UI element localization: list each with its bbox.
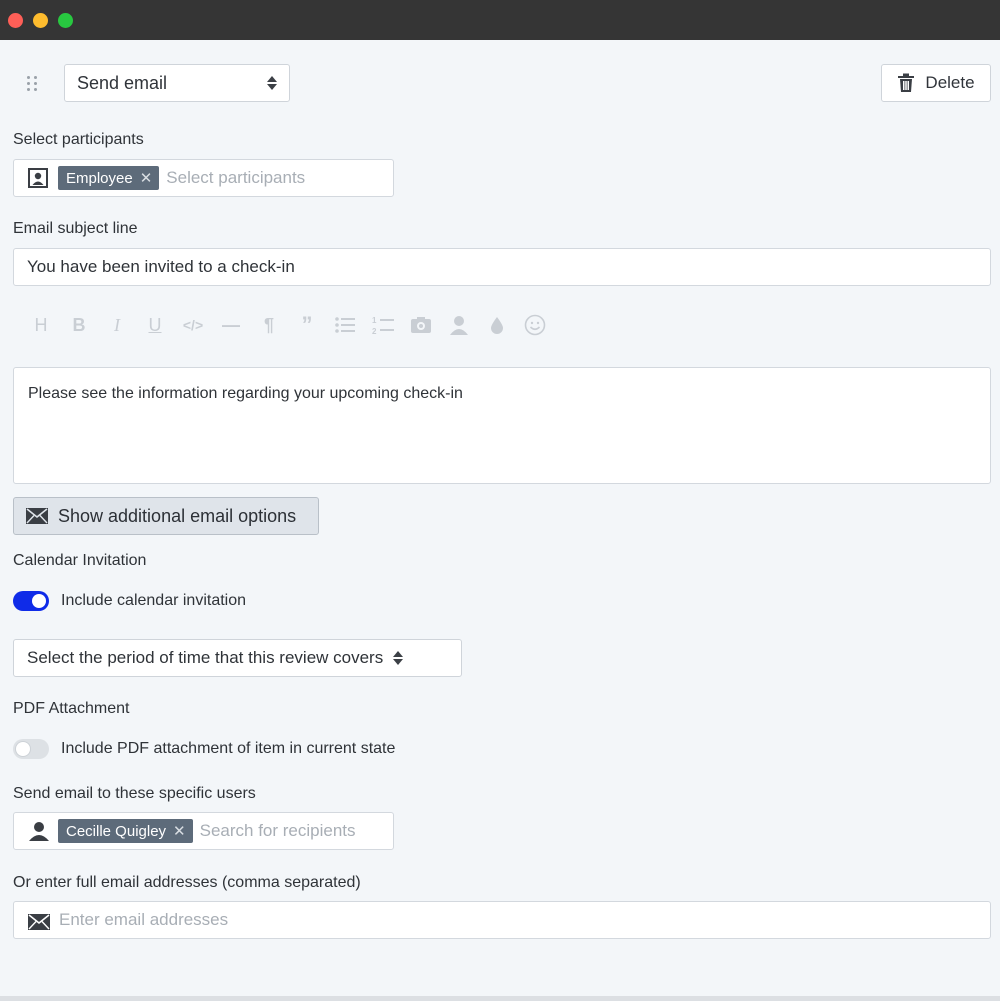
email-addresses-label: Or enter full email addresses (comma sep… [13,874,361,891]
code-icon[interactable]: </> [174,312,212,338]
envelope-icon [26,508,48,524]
horizontal-rule-icon[interactable]: — [212,312,250,338]
numbered-list-icon[interactable]: 12 [364,312,402,338]
recipient-chip: Cecille Quigley ✕ [58,819,193,843]
participant-chip: Employee ✕ [58,166,160,190]
italic-icon[interactable]: I [98,312,136,338]
bullet-list-icon[interactable] [326,312,364,338]
calendar-toggle-label: Include calendar invitation [61,592,247,609]
emoji-icon[interactable] [516,312,554,338]
show-email-options-button[interactable]: Show additional email options [13,497,319,535]
person-card-icon [28,168,48,188]
svg-text:2: 2 [372,327,377,335]
quote-icon[interactable]: ” [288,312,326,338]
heading-icon[interactable]: H [22,312,60,338]
calendar-invitation-toggle[interactable] [13,591,49,611]
recipient-chip-label: Cecille Quigley [66,822,167,840]
pdf-attachment-toggle[interactable] [13,739,49,759]
bottom-divider [0,996,1000,1001]
subject-input[interactable]: You have been invited to a check-in [13,248,991,286]
color-drop-icon[interactable] [478,312,516,338]
svg-text:1: 1 [372,316,377,325]
action-type-value: Send email [77,72,168,93]
specific-users-label: Send email to these specific users [13,785,256,802]
review-period-value: Select the period of time that this revi… [27,648,384,667]
close-window-button[interactable] [8,13,23,28]
user-icon [29,822,49,841]
email-body-editor[interactable]: Please see the information regarding you… [13,367,991,484]
sort-arrows-icon [393,651,404,665]
trash-icon [898,73,915,92]
maximize-window-button[interactable] [58,13,73,28]
sort-arrows-icon [267,76,277,90]
participants-placeholder: Select participants [166,168,306,187]
email-addresses-input[interactable]: Enter email addresses [13,901,991,939]
bold-icon[interactable]: B [60,312,98,338]
subject-label: Email subject line [13,220,138,237]
window-titlebar [0,0,1000,40]
show-email-options-label: Show additional email options [58,505,297,526]
envelope-icon [28,913,50,930]
delete-label: Delete [925,73,975,92]
remove-chip-icon[interactable]: ✕ [140,169,153,187]
participants-input[interactable]: Employee ✕ Select participants [13,159,394,197]
email-addresses-placeholder: Enter email addresses [59,910,229,929]
participants-label: Select participants [13,131,144,148]
pdf-toggle-label: Include PDF attachment of item in curren… [61,740,396,757]
subject-value: You have been invited to a check-in [27,257,295,276]
image-icon[interactable] [402,312,440,338]
minimize-window-button[interactable] [33,13,48,28]
recipients-placeholder: Search for recipients [199,821,356,840]
pdf-section-label: PDF Attachment [13,700,130,717]
paragraph-icon[interactable]: ¶ [250,312,288,338]
delete-button[interactable]: Delete [881,64,991,102]
action-type-select[interactable]: Send email [64,64,290,102]
participant-chip-label: Employee [66,169,133,187]
underline-icon[interactable]: U [136,312,174,338]
drag-handle-icon[interactable] [24,72,40,94]
email-body-text: Please see the information regarding you… [28,385,463,402]
review-period-select[interactable]: Select the period of time that this revi… [13,639,462,677]
calendar-section-label: Calendar Invitation [13,552,147,569]
editor-toolbar: H B I U </> — ¶ ” 12 [22,312,554,338]
remove-chip-icon[interactable]: ✕ [173,822,186,840]
person-icon[interactable] [440,312,478,338]
recipients-input[interactable]: Cecille Quigley ✕ Search for recipients [13,812,394,850]
